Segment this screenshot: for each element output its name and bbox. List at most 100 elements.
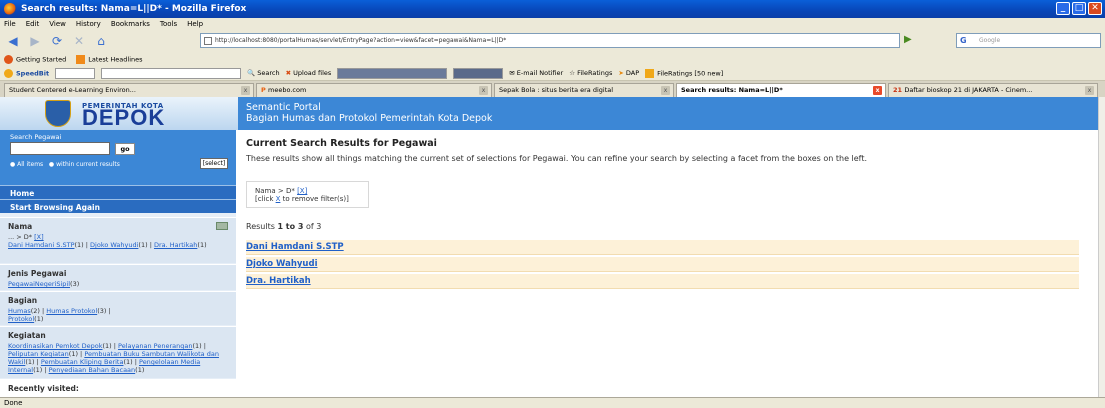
home-link[interactable]: Home	[0, 185, 236, 199]
back-button[interactable]: ◀	[4, 33, 22, 49]
facet-value-link[interactable]: Penyediaan Bahan Bacaan	[49, 366, 136, 374]
tab-sepak-bola[interactable]: Sepak Bola : situs berita era digital x	[494, 83, 674, 97]
menu-tools[interactable]: Tools	[160, 20, 177, 28]
menu-help[interactable]: Help	[187, 20, 203, 28]
search-engine-box[interactable]: G Google	[956, 33, 1101, 48]
stop-button[interactable]: ✕	[70, 33, 88, 49]
fileratings-button[interactable]: ☆ FileRatings	[569, 69, 612, 77]
radio-all-label: All items	[17, 161, 44, 168]
remove-filter-link[interactable]: [X]	[297, 187, 307, 195]
reload-button[interactable]: ⟳	[48, 33, 66, 49]
tab-elearning[interactable]: Student Centered e-Learning Environ... x	[4, 83, 254, 97]
facet-count: (3) |	[97, 307, 111, 315]
facet-value-link[interactable]: Peliputan Kegiatan	[8, 350, 69, 358]
page-content: PEMERINTAH KOTA DEPOK Semantic Portal Ba…	[0, 97, 1098, 397]
facet-select[interactable]: [select]	[200, 158, 228, 169]
facet-count: (1) |	[25, 358, 41, 366]
current-filter-box: Nama > D* [X] [click X to remove filter(…	[246, 181, 369, 208]
stop-icon: ✕	[73, 34, 85, 48]
home-button[interactable]: ⌂	[92, 33, 110, 49]
bookmark-getting-started[interactable]: Getting Started	[4, 54, 66, 64]
result-link[interactable]: Dra. Hartikah	[246, 276, 311, 286]
result-link[interactable]: Djoko Wahyudi	[246, 259, 317, 269]
menu-history[interactable]: History	[76, 20, 101, 28]
upload-files-button[interactable]: ✖ Upload files	[286, 69, 332, 77]
facet-value-link[interactable]: Djoko Wahyudi	[90, 241, 138, 249]
radio-within-results[interactable]: ●	[49, 161, 56, 168]
remove-filter-link[interactable]: [X]	[34, 233, 44, 241]
search-label: Search Pegawai	[10, 133, 62, 141]
menu-view[interactable]: View	[49, 20, 66, 28]
tab-close-icon[interactable]: x	[1085, 86, 1094, 95]
reload-icon: ⟳	[51, 34, 63, 48]
speedbit-dropdown[interactable]	[55, 67, 96, 79]
sidebar: Search Pegawai go ● All items ● within c…	[0, 130, 236, 397]
site-icon: 21	[893, 86, 905, 94]
bookmark-label: Latest Headlines	[88, 55, 143, 63]
tab-close-icon[interactable]: x	[479, 86, 488, 95]
start-browsing-link[interactable]: Start Browsing Again	[0, 199, 236, 213]
facet-value-link[interactable]: Humas	[8, 307, 31, 315]
facet-value-link[interactable]: Pembuatan Kliping Berita	[41, 358, 124, 366]
menu-bookmarks[interactable]: Bookmarks	[111, 20, 150, 28]
media-control[interactable]	[337, 67, 448, 79]
status-bar: Done	[0, 397, 1105, 408]
facet-value-link[interactable]: Koordinasikan Pemkot Depok	[8, 342, 103, 350]
facet-value-link[interactable]: PegawaiNegeriSipil	[8, 280, 70, 288]
result-row: Djoko Wahyudi	[246, 257, 1079, 272]
search-input[interactable]	[10, 142, 110, 155]
email-notifier-button[interactable]: ✉ E-mail Notifier	[509, 69, 563, 77]
tab-close-icon[interactable]: x	[661, 86, 670, 95]
toolbar-search-button[interactable]: 🔍 Search	[247, 69, 280, 77]
tab-label: meebo.com	[268, 86, 307, 94]
filter-hint: to remove filter(s)]	[280, 195, 349, 203]
portal-title: Semantic Portal	[246, 102, 321, 113]
rss-icon	[76, 54, 86, 64]
filter-icon[interactable]	[216, 222, 228, 230]
forward-button[interactable]: ▶	[26, 33, 44, 49]
result-link[interactable]: Dani Hamdani S.STP	[246, 242, 344, 252]
facet-value-link[interactable]: Pelayanan Penerangan	[118, 342, 192, 350]
meebo-icon: P	[261, 86, 269, 94]
go-arrow-icon[interactable]: ▶	[904, 34, 912, 45]
speedbit-search-field[interactable]	[101, 67, 242, 79]
google-icon: G	[960, 36, 967, 45]
maximize-button[interactable]: □	[1072, 2, 1086, 15]
tab-meebo[interactable]: P meebo.com x	[256, 83, 492, 97]
tab-bioskop[interactable]: 21 Daftar bioskop 21 di JAKARTA - Cinem.…	[888, 83, 1098, 97]
facet-count: (3)	[70, 280, 80, 288]
facet-count: (1) |	[102, 342, 119, 350]
logo-text: DEPOK	[82, 105, 166, 130]
firefox-icon	[4, 3, 16, 15]
facet-value-link[interactable]: Humas Protokol	[46, 307, 97, 315]
dap-button[interactable]: ➤ DAP	[618, 69, 639, 77]
tab-close-icon[interactable]: x	[241, 86, 250, 95]
page-icon	[204, 37, 212, 45]
dap-icon: ➤	[618, 69, 624, 77]
navigation-toolbar: ◀ ▶ ⟳ ✕ ⌂ http://localhost:8080/portalHu…	[0, 30, 1105, 52]
close-window-button[interactable]: ✕	[1088, 2, 1102, 15]
filter-hint: [click	[255, 195, 276, 203]
tab-search-results[interactable]: Search results: Nama=L||D* x	[676, 83, 886, 97]
facet-value-link[interactable]: Dra. Hartikah	[154, 241, 197, 249]
url-bar[interactable]: http://localhost:8080/portalHumas/servle…	[200, 33, 900, 48]
facet-bagian: Bagian Humas(2) | Humas Protokol(3) | Pr…	[0, 291, 236, 325]
go-button[interactable]: go	[115, 143, 135, 155]
minimize-button[interactable]: _	[1056, 2, 1070, 15]
vertical-scrollbar[interactable]	[1098, 97, 1105, 397]
site-logo[interactable]: PEMERINTAH KOTA DEPOK	[0, 97, 238, 130]
facet-count: (1)	[34, 315, 44, 323]
search-placeholder: Google	[979, 37, 1001, 44]
firefox-bookmark-icon	[4, 54, 13, 64]
bookmark-latest-headlines[interactable]: Latest Headlines	[76, 54, 143, 64]
menu-file[interactable]: File	[4, 20, 16, 28]
email-label: E-mail Notifier	[516, 69, 564, 77]
speedbit-logo[interactable]: SpeedBit	[4, 68, 49, 78]
facet-value-link[interactable]: Dani Hamdani S.STP	[8, 241, 75, 249]
fileratings-new-button[interactable]: FileRatings [50 new]	[645, 68, 723, 78]
media-volume[interactable]	[453, 67, 504, 79]
fileratings-label: FileRatings	[577, 69, 613, 77]
tab-close-icon[interactable]: x	[873, 86, 882, 95]
facet-value-link[interactable]: Protokol	[8, 315, 34, 323]
menu-edit[interactable]: Edit	[26, 20, 40, 28]
